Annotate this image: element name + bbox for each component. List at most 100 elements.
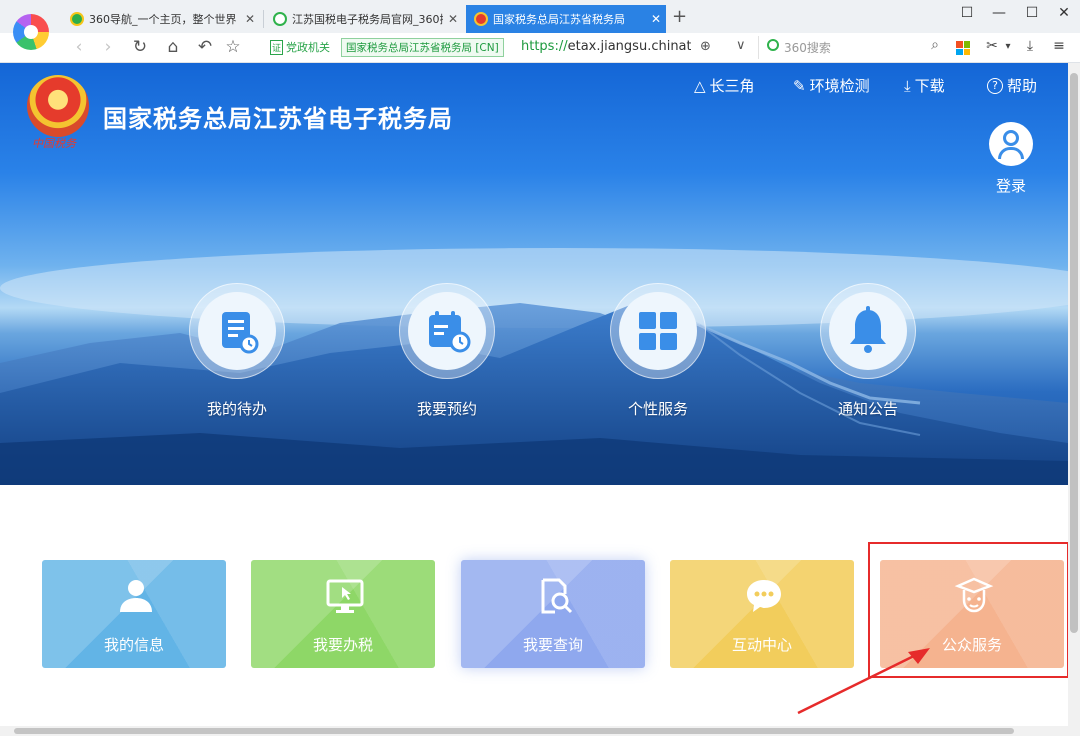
user-icon bbox=[120, 580, 152, 612]
quick-circle bbox=[189, 283, 285, 379]
tab-search-result[interactable]: 江苏国税电子税务局官网_360搜 ✕ bbox=[265, 5, 463, 33]
quick-label: 通知公告 bbox=[837, 400, 898, 418]
quick-personal-service[interactable]: 个性服务 bbox=[608, 283, 708, 419]
quick-inner bbox=[198, 292, 276, 370]
close-icon[interactable]: ✕ bbox=[240, 12, 260, 26]
doc-search-icon bbox=[541, 578, 573, 614]
url-scheme: https:// bbox=[521, 39, 568, 54]
tab-title: 江苏国税电子税务局官网_360搜 bbox=[292, 13, 443, 26]
nav-help[interactable]: ? 帮助 bbox=[987, 75, 1037, 96]
tab-title: 国家税务总局江苏省税务局 bbox=[493, 13, 625, 26]
login-link[interactable]: 登录 bbox=[996, 175, 1026, 196]
url-host: etax.jiangsu.chinatax.gov.cn bbox=[567, 39, 691, 54]
star-icon[interactable]: ☆ bbox=[222, 37, 244, 57]
minimize-button[interactable]: — bbox=[988, 5, 1010, 21]
quick-circle bbox=[399, 283, 495, 379]
nav-env-check[interactable]: ✎ 环境检测 bbox=[793, 75, 870, 96]
emblem-script: 中国税务 bbox=[32, 137, 76, 150]
wrench-icon: ✎ bbox=[793, 76, 806, 95]
nav-yangtze-delta[interactable]: △ 长三角 bbox=[694, 75, 755, 96]
user-body-icon bbox=[998, 147, 1024, 159]
download-icon[interactable]: ⤓ bbox=[1020, 38, 1040, 54]
verified-icon: 证 bbox=[270, 39, 284, 55]
quick-appointment[interactable]: 我要预约 bbox=[397, 283, 497, 419]
search-placeholder: 360搜索 bbox=[784, 41, 831, 55]
close-window-button[interactable]: ✕ bbox=[1053, 5, 1075, 21]
tax-emblem-favicon bbox=[474, 12, 488, 26]
apps-tile bbox=[956, 41, 963, 48]
card-label: 我的信息 bbox=[103, 636, 164, 654]
login-avatar-button[interactable] bbox=[989, 122, 1033, 166]
scrollbar-thumb[interactable] bbox=[1070, 73, 1078, 633]
apps-tile bbox=[963, 48, 970, 55]
security-badge[interactable]: 证 党政机关 bbox=[270, 39, 330, 55]
360-browser-logo[interactable] bbox=[13, 14, 49, 50]
card-label: 我要查询 bbox=[522, 636, 583, 654]
chevron-down-icon[interactable]: ∨ bbox=[736, 38, 746, 53]
card-label: 我要办税 bbox=[312, 636, 373, 654]
tax-emblem-logo[interactable] bbox=[27, 75, 89, 137]
triangle-icon: △ bbox=[694, 76, 706, 95]
quick-inner bbox=[408, 292, 486, 370]
download-icon: ⤓ bbox=[904, 76, 911, 95]
quick-circle bbox=[820, 283, 916, 379]
page-viewport: 中国税务 国家税务总局江苏省电子税务局 △ 长三角 ✎ 环境检测 ⤓ 下载 ? … bbox=[0, 63, 1080, 726]
caret-down-icon[interactable]: ▾ bbox=[998, 41, 1018, 52]
back-icon[interactable]: ‹ bbox=[68, 37, 90, 57]
monitor-cursor-icon bbox=[326, 579, 364, 613]
forward-icon[interactable]: › bbox=[97, 37, 119, 57]
quick-circle bbox=[610, 283, 706, 379]
search-favicon bbox=[273, 12, 287, 26]
apps-tile bbox=[956, 48, 963, 55]
nav-label: 环境检测 bbox=[809, 77, 870, 95]
annotation-arrow bbox=[797, 648, 930, 715]
home-icon[interactable]: ⌂ bbox=[162, 37, 184, 57]
hero-banner: 中国税务 国家税务总局江苏省电子税务局 △ 长三角 ✎ 环境检测 ⤓ 下载 ? … bbox=[0, 63, 1068, 485]
url-input[interactable]: https://etax.jiangsu.chinatax.gov.cn bbox=[521, 39, 691, 54]
tab-etax-active[interactable]: 国家税务总局江苏省税务局 ✕ bbox=[466, 5, 666, 33]
zoom-icon[interactable]: ⊕ bbox=[700, 39, 711, 54]
new-tab-button[interactable]: + bbox=[672, 6, 687, 27]
restore-skin-icon[interactable]: ☐ bbox=[956, 5, 978, 21]
help-icon: ? bbox=[987, 77, 1003, 94]
security-badge-label: 党政机关 bbox=[286, 41, 331, 54]
certificate-label[interactable]: 国家税务总局江苏省税务局 [CN] bbox=[341, 38, 504, 57]
quick-inner bbox=[619, 292, 697, 370]
quick-label: 我要预约 bbox=[416, 400, 477, 418]
quick-label: 我的待办 bbox=[206, 400, 267, 418]
tab-favicon bbox=[70, 12, 84, 26]
apps-icon[interactable] bbox=[956, 41, 970, 55]
maximize-button[interactable]: ☐ bbox=[1021, 5, 1043, 21]
card-my-info[interactable]: 我的信息 bbox=[42, 560, 226, 668]
quick-label: 个性服务 bbox=[627, 400, 688, 418]
horizontal-scrollbar[interactable] bbox=[0, 726, 1080, 736]
browser-tab-bar: 360导航_一个主页，整个世界 ✕ 江苏国税电子税务局官网_360搜 ✕ 国家税… bbox=[0, 0, 1080, 33]
card-tax-filing[interactable]: 我要办税 bbox=[251, 560, 435, 668]
quick-my-todo[interactable]: 我的待办 bbox=[187, 283, 287, 419]
undo-icon[interactable]: ↶ bbox=[194, 37, 216, 57]
search-icon[interactable]: ⌕ bbox=[931, 37, 939, 53]
site-title[interactable]: 国家税务总局江苏省电子税务局 bbox=[103, 99, 453, 134]
close-icon[interactable]: ✕ bbox=[646, 12, 666, 26]
close-icon[interactable]: ✕ bbox=[443, 12, 463, 26]
nav-label: 长三角 bbox=[709, 77, 755, 95]
grid-icon bbox=[639, 312, 677, 350]
address-bar: ‹ › ↻ ⌂ ↶ ☆ 证 党政机关 国家税务总局江苏省税务局 [CN] htt… bbox=[0, 33, 1080, 63]
chat-bubble-icon bbox=[747, 580, 781, 612]
quick-announcements[interactable]: 通知公告 bbox=[818, 283, 918, 419]
360-search-icon bbox=[767, 39, 779, 51]
nav-label: 帮助 bbox=[1007, 77, 1038, 95]
scrollbar-thumb[interactable] bbox=[14, 728, 1014, 734]
nav-download[interactable]: ⤓ 下载 bbox=[904, 75, 945, 96]
tab-title: 360导航_一个主页，整个世界 bbox=[89, 13, 237, 26]
vertical-scrollbar[interactable] bbox=[1068, 63, 1080, 726]
reload-icon[interactable]: ↻ bbox=[129, 37, 151, 57]
calendar-clock-icon bbox=[429, 311, 471, 353]
nav-label: 下载 bbox=[914, 77, 945, 95]
tab-360-nav[interactable]: 360导航_一个主页，整个世界 ✕ bbox=[62, 5, 260, 33]
card-query[interactable]: 我要查询 bbox=[461, 560, 645, 668]
menu-icon[interactable]: ≡ bbox=[1049, 38, 1069, 54]
search-input[interactable]: 360搜索 ⌕ bbox=[758, 36, 943, 59]
quick-inner bbox=[829, 292, 907, 370]
tab-divider bbox=[263, 10, 264, 28]
